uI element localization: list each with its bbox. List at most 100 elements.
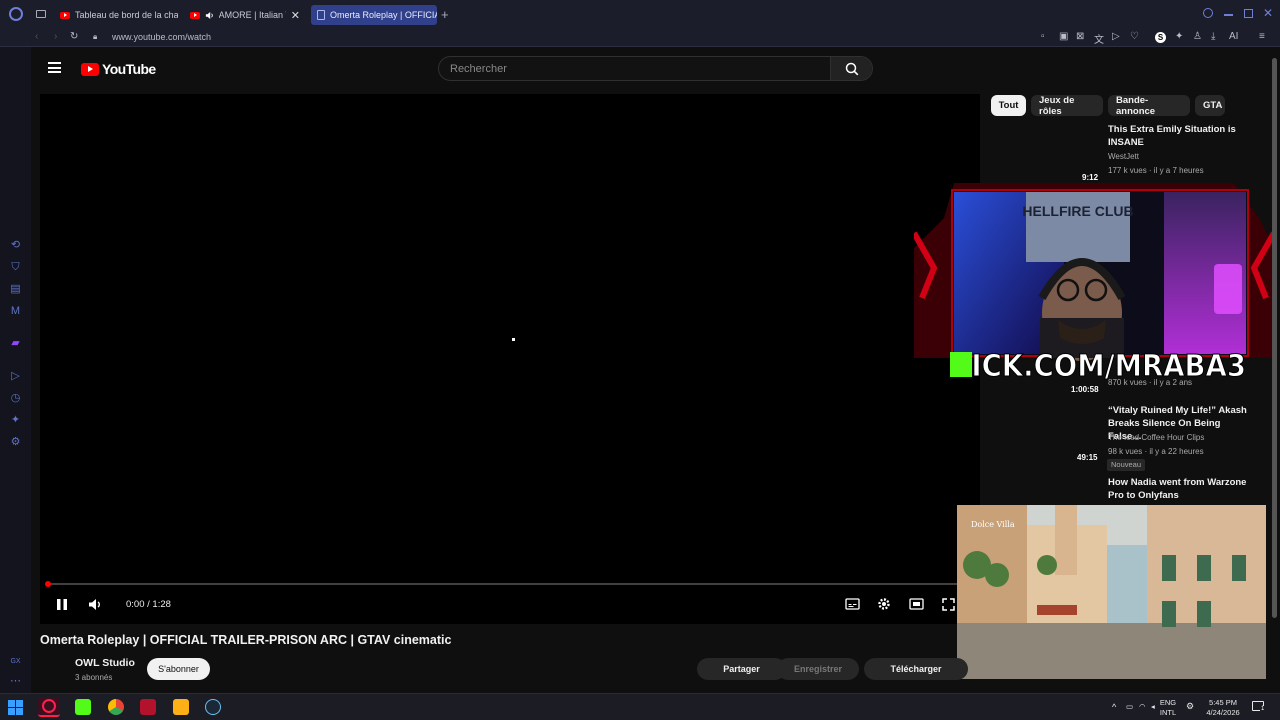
subscriber-count: 3 abonnés (75, 673, 113, 682)
reload-icon[interactable]: ↻ (70, 31, 78, 42)
read-aloud-icon[interactable]: ▷ (1112, 31, 1120, 42)
subscribe-button[interactable]: S'abonner (147, 658, 210, 680)
url-field[interactable]: www.youtube.com/watch (112, 32, 211, 42)
screenshot-icon[interactable]: ▣ (1059, 31, 1068, 42)
bookmark-icon[interactable]: ▫ (1041, 31, 1045, 42)
extension-s-icon[interactable]: S (1155, 32, 1166, 43)
channel-name[interactable]: OWL Studio (75, 657, 135, 669)
lock-icon: 🔒︎ (93, 32, 98, 41)
settings-icon[interactable]: ⚙ (9, 436, 22, 449)
chip-trailer[interactable]: Bande-annonce (1108, 95, 1190, 117)
settings-tray-icon[interactable]: ⚙ (1186, 701, 1194, 711)
page-scrollbar[interactable] (1271, 58, 1278, 618)
rec-channel[interactable]: The Iced Coffee Hour Clips (1108, 433, 1204, 442)
villa-logo: Dolce Villa (971, 520, 1015, 529)
share-button[interactable]: Partager (697, 658, 786, 680)
back-icon[interactable]: ‹ (35, 31, 38, 42)
clock-date: 4/24/2026 (1206, 708, 1240, 717)
forward-icon[interactable]: › (54, 31, 57, 42)
tab-overview-icon[interactable] (36, 10, 46, 18)
search-button[interactable] (830, 57, 872, 80)
kick-app-icon[interactable] (75, 699, 91, 715)
more-icon[interactable]: ⋯ (9, 675, 22, 688)
download-icon[interactable]: ⤓ (1211, 31, 1215, 42)
scrollbar-thumb[interactable] (1272, 58, 1277, 618)
hamburger-menu-icon[interactable] (48, 62, 61, 73)
search-tabs-icon[interactable] (1203, 8, 1213, 18)
mail-icon[interactable]: M (9, 305, 22, 318)
chip-all[interactable]: Tout (991, 95, 1026, 116)
opera-gx-app-icon[interactable] (38, 697, 60, 717)
red-app-icon[interactable] (140, 699, 156, 715)
save-button[interactable]: Enregistrer (777, 658, 859, 680)
settings-button[interactable] (876, 597, 892, 611)
close-tab-icon[interactable]: ✕ (291, 9, 300, 22)
youtube-logo[interactable]: YouTube (81, 61, 156, 77)
extensions-icon[interactable]: ✦ (1175, 31, 1183, 42)
progress-scrubber[interactable] (45, 581, 51, 587)
language-indicator[interactable]: ENG INTL (1158, 698, 1178, 718)
close-window-icon[interactable]: ✕ (1263, 6, 1273, 20)
menu-icon[interactable]: ≡ (1259, 31, 1265, 42)
new-badge: Nouveau (1107, 459, 1146, 471)
subtitles-icon (844, 598, 860, 610)
notes-icon[interactable]: ▤ (9, 283, 22, 296)
rec-title[interactable]: How Nadia went from Warzone Pro to Onlyf… (1108, 476, 1256, 502)
pause-button[interactable] (54, 597, 70, 611)
chip-gta[interactable]: GTA (1195, 95, 1225, 116)
pause-icon (57, 598, 67, 610)
club-sign: HELLFIRE CLUB (1022, 203, 1133, 219)
speaker-icon[interactable] (205, 11, 214, 20)
clock[interactable]: 5:45 PM 4/24/2026 (1202, 698, 1244, 718)
theater-mode-button[interactable] (908, 597, 924, 611)
fullscreen-button[interactable] (940, 597, 956, 611)
tab-dashboard[interactable]: Tableau de bord de la cha (54, 5, 178, 25)
new-tab-icon[interactable]: + (441, 7, 449, 22)
gear-icon (878, 598, 890, 610)
rec-channel[interactable]: WestJett (1108, 152, 1139, 161)
youtube-logo-text: YouTube (102, 61, 156, 77)
history-icon[interactable]: ⟲ (9, 239, 22, 252)
notification-icon[interactable]: 1 (1252, 701, 1266, 712)
windows-start-icon[interactable] (8, 700, 23, 715)
twitch-icon[interactable]: ▰ (9, 337, 22, 350)
rec-title[interactable]: This Extra Emily Situation is INSANE (1108, 123, 1256, 149)
bookmarks-icon[interactable]: ⛉ (9, 261, 22, 274)
network-icon[interactable]: ▭ (1126, 702, 1133, 712)
subtitles-button[interactable] (844, 597, 860, 611)
villa-overlay: Dolce Villa (957, 505, 1266, 679)
clock-icon[interactable]: ◷ (9, 392, 22, 405)
browser-sidebar: ⟲ ⛉ ▤ M ▰ ▷ ◷ ✦ ⚙ GX ⋯ (0, 47, 31, 693)
steam-app-icon[interactable] (205, 699, 221, 715)
gx-icon[interactable]: GX (9, 655, 22, 668)
theater-icon (908, 598, 924, 610)
player-icon[interactable]: ▷ (9, 370, 22, 383)
restore-icon[interactable] (1244, 9, 1253, 18)
adblock-icon[interactable]: ⊠ (1076, 31, 1084, 42)
profile-icon[interactable]: ♙ (1193, 31, 1202, 42)
tray-overflow-icon[interactable]: ^ (1112, 702, 1116, 712)
wifi-icon[interactable]: ◠ (1139, 702, 1146, 712)
download-button[interactable]: Télécharger (864, 658, 968, 680)
ai-icon[interactable]: AI (1229, 31, 1238, 42)
search-input[interactable] (439, 57, 829, 80)
time-display: 0:00 / 1:28 (126, 599, 171, 610)
browser-logo-icon[interactable] (9, 7, 23, 21)
video-player[interactable]: 0:00 / 1:28 (40, 94, 980, 624)
chrome-app-icon[interactable] (108, 699, 124, 715)
minimize-icon[interactable] (1224, 14, 1233, 16)
volume-button[interactable] (87, 597, 103, 611)
tab-omerta[interactable]: Omerta Roleplay | OFFICIA (311, 5, 437, 25)
tab-label: AMORE | Italian Tra (218, 10, 286, 20)
chip-roleplay[interactable]: Jeux de rôles (1031, 95, 1103, 117)
rockstar-app-icon[interactable] (173, 699, 189, 715)
translate-icon[interactable]: 文 (1094, 31, 1104, 46)
extensions-sidebar-icon[interactable]: ✦ (9, 414, 22, 427)
tab-amore[interactable]: AMORE | Italian Tra ✕ (184, 5, 306, 25)
favorite-icon[interactable]: ♡ (1130, 31, 1139, 42)
video-title: Omerta Roleplay | OFFICIAL TRAILER-PRISO… (40, 633, 452, 647)
volume-tray-icon[interactable]: ◂ (1151, 702, 1155, 712)
progress-bar[interactable] (48, 583, 960, 585)
search-icon (845, 62, 858, 75)
tab-label: Omerta Roleplay | OFFICIA (330, 10, 437, 20)
